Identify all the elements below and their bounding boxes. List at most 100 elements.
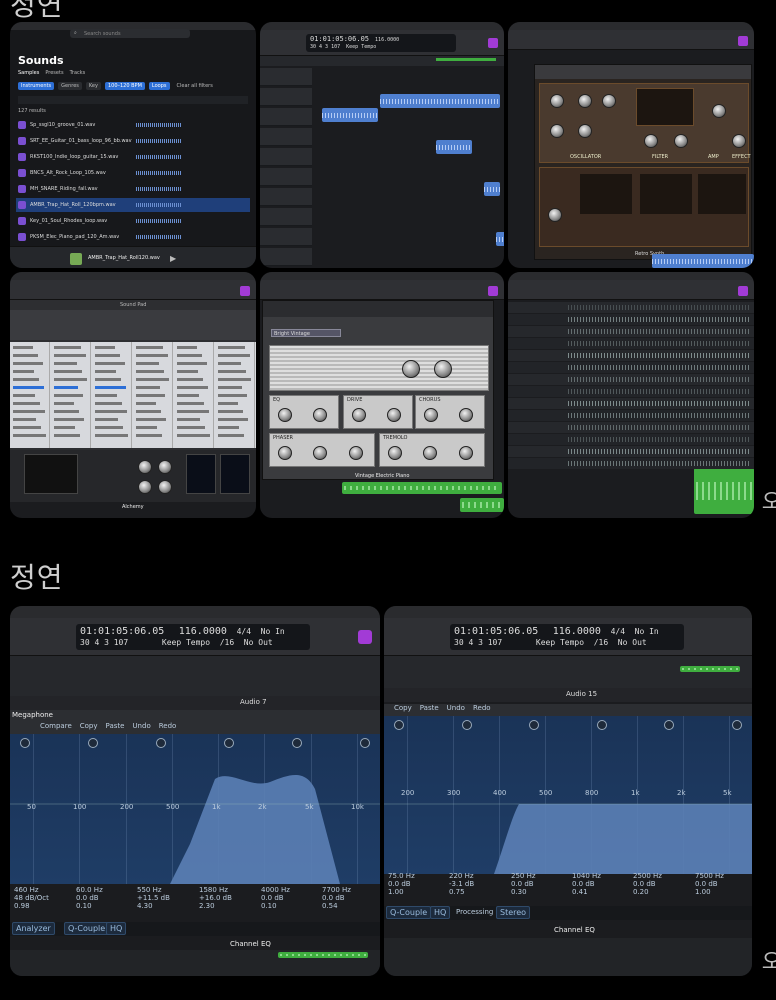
band-node[interactable] <box>732 720 742 730</box>
browser-item[interactable] <box>218 402 238 405</box>
effect-knob[interactable] <box>313 408 327 422</box>
pitch-knob[interactable] <box>602 94 616 108</box>
band-q[interactable]: 0.10 <box>261 902 322 910</box>
band-q[interactable]: 0.10 <box>76 902 137 910</box>
band-q[interactable]: 4.30 <box>137 902 198 910</box>
band-gain[interactable]: 0.0 dB <box>76 894 137 902</box>
band-gain[interactable]: 0.0 dB <box>322 894 380 902</box>
browser-item[interactable] <box>218 426 239 429</box>
band-values[interactable]: 2500 Hz 0.0 dB 0.20 <box>633 872 694 896</box>
perf-knob-2[interactable] <box>158 460 172 474</box>
browser-item[interactable] <box>54 354 86 357</box>
band-frequency[interactable]: 2500 Hz <box>633 872 694 880</box>
browser-item[interactable] <box>95 426 123 429</box>
browser-column[interactable] <box>174 342 214 448</box>
paste-button[interactable]: Paste <box>420 704 439 716</box>
redo-button[interactable]: Redo <box>473 704 491 716</box>
browser-item[interactable] <box>177 418 200 421</box>
track-header[interactable] <box>260 188 312 206</box>
clear-filters-button[interactable]: Clear all filters <box>174 82 216 90</box>
band-q[interactable]: 0.75 <box>449 888 510 896</box>
band-gain[interactable]: 0.0 dB <box>388 880 449 888</box>
effect-knob[interactable] <box>423 446 438 460</box>
track-header[interactable] <box>260 148 312 166</box>
browser-item[interactable] <box>13 394 35 397</box>
band-node[interactable] <box>597 720 607 730</box>
track-lane[interactable] <box>508 362 754 373</box>
filter-loops[interactable]: Loops <box>148 82 170 90</box>
browser-item[interactable] <box>54 362 77 365</box>
track-header[interactable] <box>260 128 312 146</box>
track-lane[interactable] <box>508 374 754 385</box>
track-header[interactable] <box>260 168 312 186</box>
browser-item[interactable] <box>218 394 247 397</box>
list-item[interactable]: PKSM_Elec_Piano_pad_120_Am.wav <box>16 230 250 244</box>
browser-item[interactable] <box>136 378 169 381</box>
browser-item[interactable] <box>95 370 116 373</box>
browser-item[interactable] <box>218 362 241 365</box>
browser-item[interactable] <box>218 370 246 373</box>
shape-knob[interactable] <box>550 94 564 108</box>
browser-item[interactable] <box>136 434 162 437</box>
track-lane[interactable] <box>508 386 754 397</box>
preset-menu[interactable]: Megaphone <box>12 711 53 719</box>
effect-knob[interactable] <box>348 446 363 460</box>
thumbnail-channel-eq-right[interactable]: 01:01:05:06.05 116.0000 4/4 No In 30 4 3… <box>384 606 752 976</box>
track-lane[interactable] <box>508 410 754 421</box>
thumbnail-tracks-view[interactable]: 01:01:05:06.05 116.0000 30 4 3 107 Keep … <box>260 22 504 268</box>
effect-knob[interactable] <box>278 446 292 460</box>
browser-item[interactable] <box>13 362 43 365</box>
midi-region-big[interactable] <box>694 468 754 514</box>
band-gain[interactable]: -3.1 dB <box>449 880 510 888</box>
band-values[interactable]: 250 Hz 0.0 dB 0.30 <box>511 872 572 896</box>
effect-knob[interactable] <box>458 446 473 460</box>
analyzer-button[interactable]: Analyzer <box>12 922 55 935</box>
thumbnail-alchemy[interactable]: Sound Pad Alchemy <box>10 272 256 518</box>
xy-pad-2[interactable] <box>186 454 216 494</box>
list-item[interactable]: Sp_ssgl10_groove_01.wav <box>16 118 250 132</box>
browser-item[interactable] <box>13 418 36 421</box>
list-item[interactable]: BNCS_Alt_Rock_Loop_105.wav <box>16 166 250 180</box>
hq-button[interactable]: HQ <box>430 906 451 919</box>
band-q[interactable]: 1.00 <box>388 888 449 896</box>
audio-region-4[interactable] <box>484 182 500 196</box>
browser-item[interactable] <box>95 378 121 381</box>
account-badge[interactable] <box>738 286 748 296</box>
track-header[interactable] <box>260 108 312 126</box>
audio-region-3[interactable] <box>436 140 472 154</box>
eq-curve[interactable] <box>10 734 380 884</box>
track-lane[interactable] <box>508 302 754 313</box>
band-q[interactable]: 0.30 <box>511 888 572 896</box>
play-icon[interactable]: ▶ <box>170 254 176 263</box>
browser-item[interactable] <box>177 378 203 381</box>
bass-boost-knob[interactable] <box>402 360 420 378</box>
perf-knob-3[interactable] <box>138 480 152 494</box>
filter-bpm[interactable]: 100–120 BPM <box>104 82 145 90</box>
browser-item[interactable] <box>218 378 251 381</box>
browser-column[interactable] <box>10 342 50 448</box>
browser-item[interactable] <box>218 346 245 349</box>
amp-knob[interactable] <box>712 104 726 118</box>
band-gain[interactable]: 0.0 dB <box>695 880 752 888</box>
browser-item[interactable] <box>95 402 122 405</box>
browser-item[interactable] <box>177 402 204 405</box>
browser-item[interactable] <box>95 354 120 357</box>
band-gain[interactable]: +16.0 dB <box>199 894 260 902</box>
browser-item[interactable] <box>54 394 83 397</box>
browser-item[interactable] <box>95 386 126 389</box>
cycle-region[interactable] <box>436 58 496 61</box>
paste-button[interactable]: Paste <box>106 722 125 734</box>
account-badge[interactable] <box>738 36 748 46</box>
browser-item[interactable] <box>95 362 125 365</box>
reso-knob[interactable] <box>674 134 688 148</box>
mix-knob[interactable] <box>578 94 592 108</box>
compare-button[interactable]: Compare <box>40 722 72 734</box>
filter-genres[interactable]: Genres <box>58 82 82 90</box>
band-frequency[interactable]: 1580 Hz <box>199 886 260 894</box>
hq-button[interactable]: HQ <box>106 922 127 935</box>
thumbnail-retro-synth[interactable]: OSCILLATOR FILTER AMP EFFECT Retro Synth <box>508 22 754 268</box>
track-header[interactable] <box>260 208 312 226</box>
track-header[interactable] <box>260 248 312 266</box>
browser-item[interactable] <box>218 410 243 413</box>
browser-item[interactable] <box>136 346 163 349</box>
